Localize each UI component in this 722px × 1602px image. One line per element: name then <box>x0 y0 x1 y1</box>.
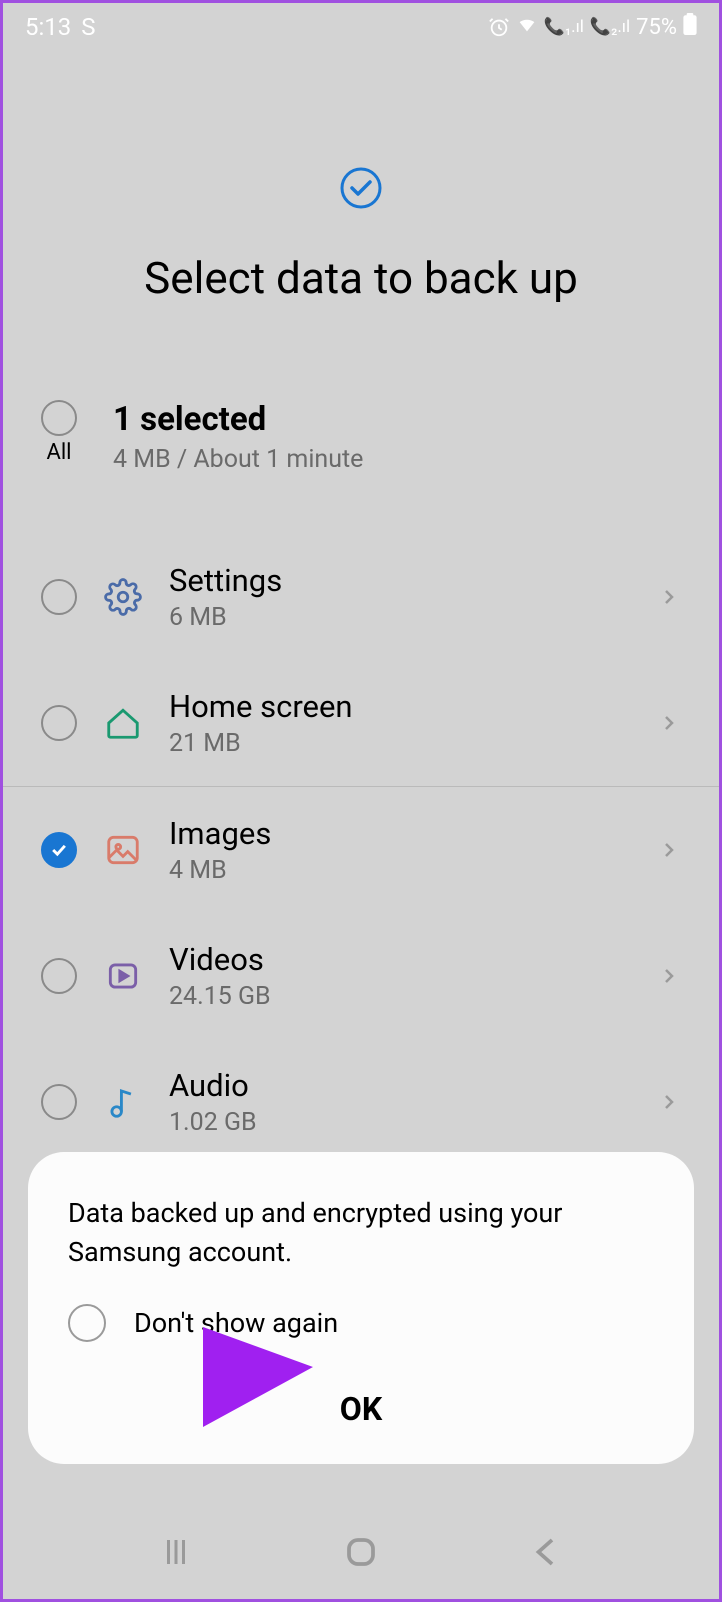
status-bar: 5:13 S 📞₁.ıl 📞₂.ıl 75% <box>3 3 719 51</box>
sim2-icon: 📞₂.ıl <box>590 17 630 37</box>
back-button[interactable] <box>528 1534 564 1574</box>
chevron-right-icon[interactable] <box>657 964 681 988</box>
page-title: Select data to back up <box>3 252 719 304</box>
select-all-label: All <box>46 440 71 465</box>
item-checkbox-home[interactable] <box>41 705 77 741</box>
chevron-right-icon[interactable] <box>657 711 681 735</box>
list-item-home-screen[interactable]: Home screen 21 MB <box>3 660 719 787</box>
info-dialog: Data backed up and encrypted using your … <box>28 1152 694 1464</box>
selection-info: 1 selected 4 MB / About 1 minute <box>113 400 363 474</box>
sim1-icon: 📞₁.ıl <box>544 17 584 37</box>
chevron-right-icon[interactable] <box>657 1090 681 1114</box>
gear-icon <box>101 575 145 619</box>
item-title: Home screen <box>169 688 633 725</box>
item-title: Settings <box>169 562 633 599</box>
item-subtitle: 1.02 GB <box>169 1108 633 1137</box>
item-subtitle: 6 MB <box>169 603 633 632</box>
item-subtitle: 21 MB <box>169 729 633 758</box>
status-left: 5:13 S <box>25 13 96 41</box>
status-right: 📞₁.ıl 📞₂.ıl 75% <box>488 13 697 41</box>
ok-button[interactable]: OK <box>68 1390 654 1428</box>
item-checkbox-videos[interactable] <box>41 958 77 994</box>
video-icon <box>101 954 145 998</box>
list-item-videos[interactable]: Videos 24.15 GB <box>3 913 719 1039</box>
item-title: Videos <box>169 941 633 978</box>
item-checkbox-audio[interactable] <box>41 1084 77 1120</box>
status-time: 5:13 <box>25 13 71 41</box>
image-icon <box>101 828 145 872</box>
dont-show-label: Don't show again <box>134 1307 338 1339</box>
status-indicator: S <box>81 13 95 41</box>
wifi-icon <box>516 13 538 41</box>
item-subtitle: 4 MB <box>169 856 633 885</box>
item-title: Audio <box>169 1067 633 1104</box>
item-subtitle: 24.15 GB <box>169 982 633 1011</box>
item-checkbox-images[interactable] <box>41 832 77 868</box>
data-list: Settings 6 MB Home screen 21 MB Images 4… <box>3 534 719 1165</box>
audio-icon <box>101 1080 145 1124</box>
selected-count: 1 selected <box>113 400 363 439</box>
select-all-row: All 1 selected 4 MB / About 1 minute <box>3 400 719 474</box>
home-icon <box>101 701 145 745</box>
list-item-audio[interactable]: Audio 1.02 GB <box>3 1039 719 1165</box>
list-item-images[interactable]: Images 4 MB <box>3 787 719 913</box>
recents-button[interactable] <box>158 1534 194 1574</box>
dont-show-row[interactable]: Don't show again <box>68 1304 654 1342</box>
battery-text: 75% <box>636 15 677 40</box>
selected-size: 4 MB / About 1 minute <box>113 445 363 474</box>
dont-show-checkbox[interactable] <box>68 1304 106 1342</box>
home-button[interactable] <box>343 1534 379 1574</box>
header-check-icon <box>3 166 719 210</box>
item-title: Images <box>169 815 633 852</box>
chevron-right-icon[interactable] <box>657 838 681 862</box>
select-all-checkbox[interactable] <box>41 400 77 436</box>
dialog-message: Data backed up and encrypted using your … <box>68 1194 654 1272</box>
list-item-settings[interactable]: Settings 6 MB <box>3 534 719 660</box>
chevron-right-icon[interactable] <box>657 585 681 609</box>
navigation-bar <box>3 1509 719 1599</box>
item-checkbox-settings[interactable] <box>41 579 77 615</box>
battery-icon <box>683 13 697 41</box>
alarm-icon <box>488 16 510 38</box>
